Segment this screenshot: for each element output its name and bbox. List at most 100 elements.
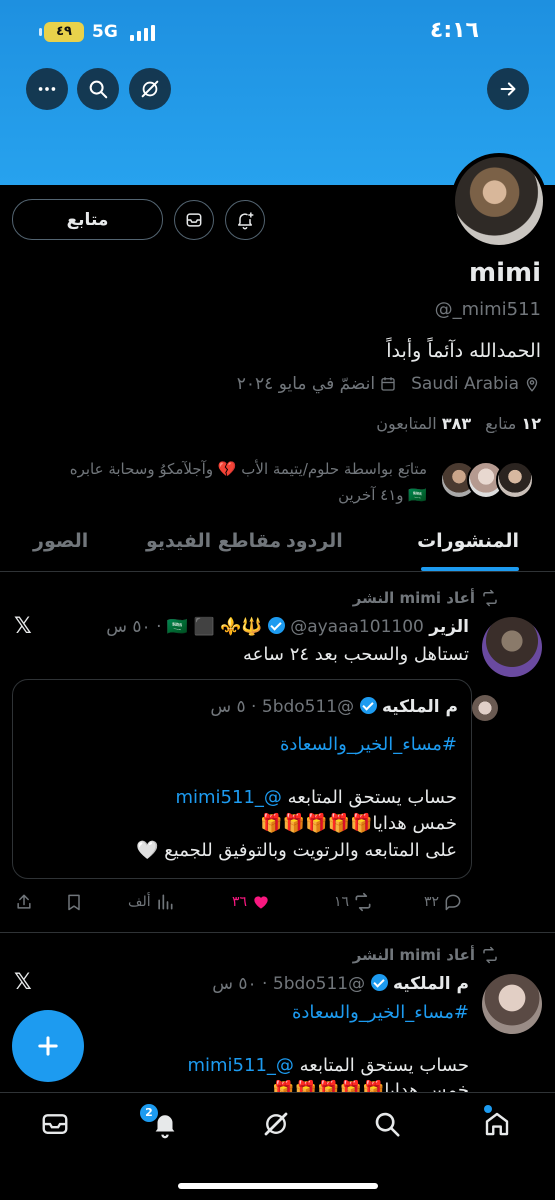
profile-name: mimi [468,258,541,288]
post-header: الزير 🇸🇦 ⬛ ⚜️🔱 @ayaaa101100 · ٥٠ س [106,617,469,637]
repost-icon [355,892,371,912]
post-header: م الملكيه @5bdo511 · ٥٠ س [212,974,469,994]
reply-icon [445,894,461,911]
followed-by-line-1: متابَع بواسطة حلوم/يتيمة الأب 💔 وآجلآمكو… [69,460,427,478]
messages-icon [42,1114,68,1134]
nav-grok[interactable] [261,1109,291,1139]
tab-videos[interactable]: مقاطع الفيديو [146,530,281,552]
profile-location: Saudi Arabia [411,374,541,394]
grok-icon[interactable] [129,68,171,110]
quote-header: م الملكيه @5bdo511 · ٥ س [210,695,498,721]
profile-joined: انضمّ في مايو ٢٠٢٤ [237,374,397,394]
post-hashtag[interactable]: #مساء_الخير_والسعادة [292,1002,469,1023]
status-time: ٤:١٦ [429,18,479,43]
post-text: تستاهل والسحب بعد ٢٤ ساعه [243,644,469,665]
battery-indicator: ٤٩ [39,22,84,42]
replies-count: ٣٢ [424,894,440,910]
quote-line-1: حساب يستحق المتابعه @_mimi511 [175,787,457,808]
post-author-name[interactable]: م الملكيه [393,974,469,994]
message-button[interactable] [174,200,214,240]
tab-posts[interactable]: المنشورات [417,530,519,552]
following-stat[interactable]: ١٢ متابع [485,414,541,433]
search-icon[interactable] [77,68,119,110]
nav-messages[interactable] [40,1109,70,1139]
reposts-count: ١٦ [334,894,350,910]
bookmark-button[interactable] [64,892,84,912]
x-logo-icon: 𝕏 [14,614,32,639]
quote-hashtag[interactable]: #مساء_الخير_والسعادة [280,734,457,755]
verified-icon [267,617,285,634]
more-icon[interactable] [26,68,68,110]
tab-photos[interactable]: الصور [33,530,88,552]
network-label: 5G [92,22,118,42]
profile-tabs: المنشورات الردود مقاطع الفيديو الصور [0,520,555,572]
message-icon [186,213,202,227]
post-author-name[interactable]: الزير [429,617,469,637]
quote-author-handle: @5bdo511 [261,697,355,717]
views-button[interactable]: ألف [128,892,175,912]
home-unread-dot [484,1105,492,1113]
post-author-avatar[interactable] [482,974,542,1034]
like-icon [254,896,268,909]
x-logo-icon: 𝕏 [14,970,32,995]
notify-plus-icon [238,212,254,230]
repost-icon [483,589,497,607]
followed-by-line-2: 🇸🇦 و٤١ آخرين [338,486,427,504]
quote-avatar[interactable] [472,695,498,721]
location-icon [526,377,538,392]
repost-icon [483,946,497,964]
post-author-avatar[interactable] [482,617,542,677]
home-indicator-bar[interactable] [178,1183,378,1189]
notifications-badge: 2 [140,1104,158,1122]
quote-author-name: م الملكيه [381,697,458,717]
follower-avatar-3[interactable] [496,461,534,499]
repost-button[interactable]: ١٦ [334,892,373,912]
following-button-label: متابع [66,209,109,230]
profile-bio: الحمدالله دآئماً وأبداً [386,340,541,362]
tab-replies[interactable]: الردود [286,530,343,552]
profile-meta: Saudi Arabia انضمّ في مايو ٢٠٢٤ [237,374,541,394]
post-actions: ألف ٣٦ ١٦ ٣٢ [0,890,555,914]
search-icon [375,1112,400,1137]
calendar-icon [381,377,395,391]
post-time: ٥٠ س [106,617,151,637]
quote-time: ٥ س [210,697,246,717]
nav-home[interactable] [482,1109,512,1139]
post-author-emoji: 🇸🇦 ⬛ ⚜️🔱 [166,617,263,637]
post-author-handle[interactable]: @5bdo511 [273,974,365,994]
post-line-1: حساب يستحق المتابعه @_mimi511 [187,1055,469,1076]
bookmark-icon [68,894,80,911]
views-count: ألف [128,894,151,910]
compose-button[interactable] [12,1010,84,1082]
post-time: ٥٠ س [212,974,257,994]
followed-by-text[interactable]: متابَع بواسطة حلوم/يتيمة الأب 💔 وآجلآمكو… [27,456,427,508]
quote-mention[interactable]: @_mimi511 [175,787,281,808]
share-button[interactable] [14,892,34,912]
post-author-handle[interactable]: @ayaaa101100 [290,617,424,637]
active-tab-indicator [421,567,519,571]
likes-count: ٣٦ [232,894,248,910]
nav-search[interactable] [372,1109,402,1139]
followers-stat[interactable]: ٣٨٣ المتابعون [376,414,471,433]
post-separator [0,932,555,933]
following-button[interactable]: متابع [12,199,163,240]
signal-icon [130,25,156,41]
notify-button[interactable] [225,200,265,240]
reply-button[interactable]: ٣٢ [424,892,463,912]
post-mention[interactable]: @_mimi511 [187,1055,293,1076]
back-arrow-icon[interactable] [487,68,529,110]
profile-handle: @_mimi511 [434,299,541,320]
plus-icon [38,1036,58,1056]
like-button[interactable]: ٣٦ [232,892,271,912]
verified-icon [370,974,388,991]
quote-line-2: خمس هدايا🎁🎁🎁🎁🎁 [260,813,457,834]
views-icon [157,894,173,910]
grok-icon [264,1112,288,1136]
repost-indicator: أعاد mimi النشر [353,946,499,964]
profile-avatar[interactable] [451,153,547,249]
verified-icon [359,697,377,714]
repost-indicator: أعاد mimi النشر [353,589,499,607]
home-icon [485,1112,509,1136]
share-icon [17,894,31,909]
quote-line-3: على المتابعه والرتويت وبالتوفيق للجميع 🤍 [136,840,457,861]
